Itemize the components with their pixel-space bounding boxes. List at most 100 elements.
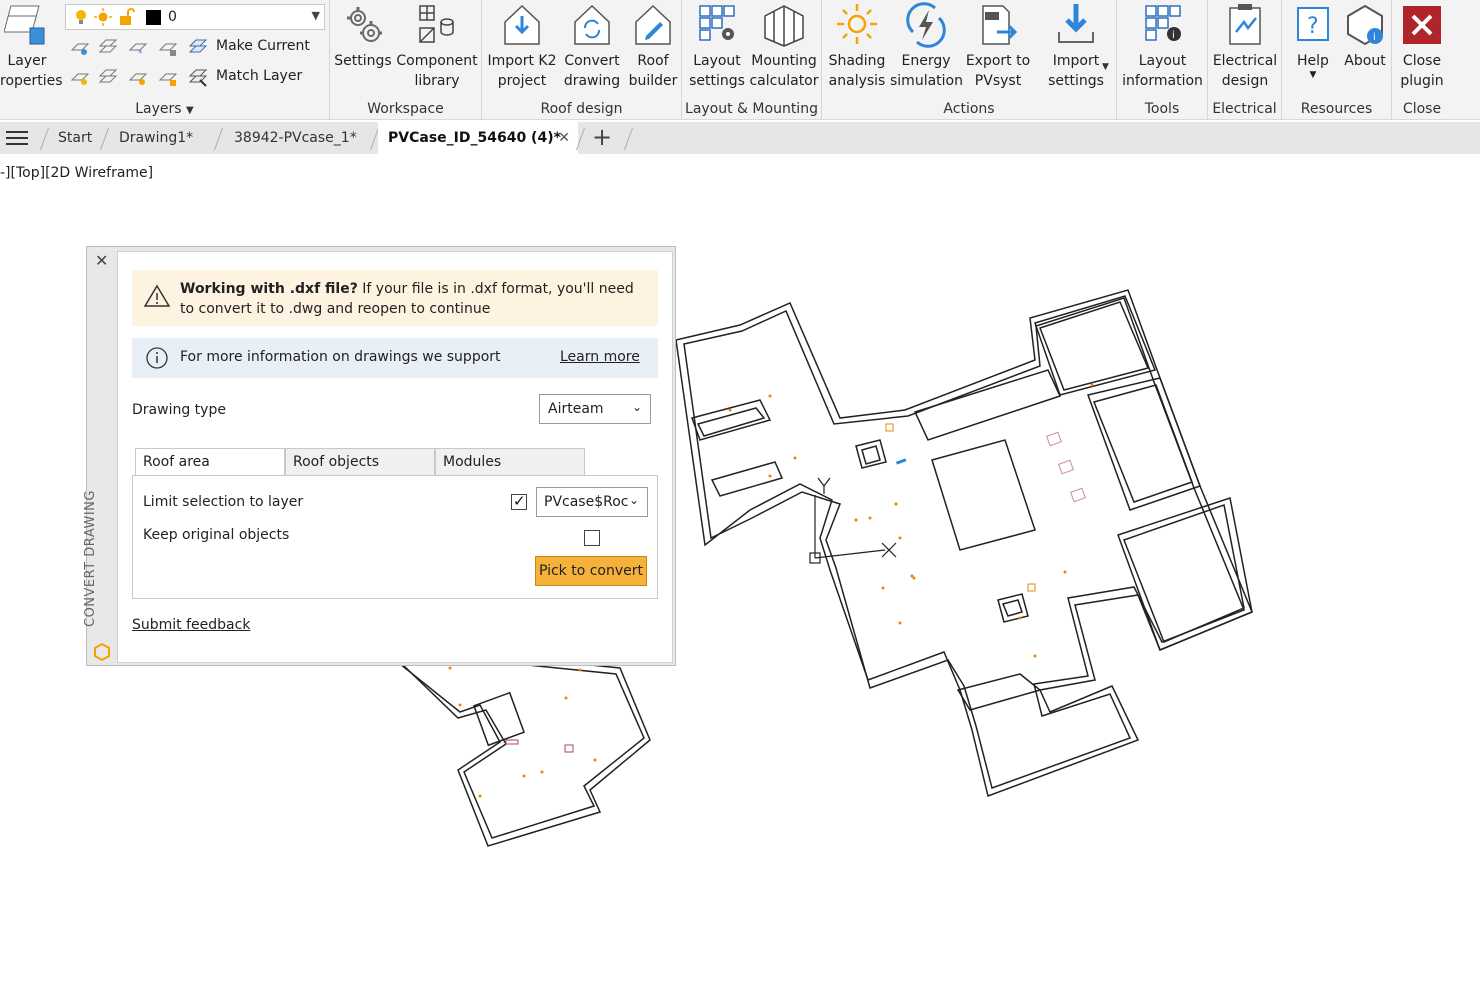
layer-on-icon[interactable] (70, 68, 90, 88)
warning-message: Working with .dxf file? If your file is … (180, 279, 640, 319)
panel-content: Working with .dxf file? If your file is … (117, 251, 673, 663)
tab-start[interactable]: Start (48, 122, 102, 154)
pick-to-convert-button[interactable]: Pick to convert (535, 556, 647, 586)
settings-label: Settings (334, 53, 392, 69)
import-k2-label: Import K2 project (487, 53, 557, 89)
checkmark-icon: ✓ (513, 492, 526, 510)
layer-select[interactable]: PVcase$Roc ⌄ (536, 487, 648, 517)
roof-design-group: Import K2 project Convert drawing Roof b… (482, 0, 682, 120)
export-pvsyst-button[interactable]: Export to PVsyst (962, 2, 1034, 91)
layer-combo[interactable]: 0 ▼ (65, 4, 325, 30)
layers-group-label[interactable]: Layers ▼ (0, 101, 329, 117)
drawing-type-select[interactable]: Airteam ⌄ (539, 394, 651, 424)
layers-group: Layer roperties 0 ▼ * Make Current Match… (0, 0, 330, 120)
learn-more-link[interactable]: Learn more (560, 349, 640, 365)
import-settings-button[interactable]: Import settings (1040, 2, 1112, 91)
house-edit-icon (635, 4, 671, 45)
layer-freeze-icon[interactable]: * (128, 38, 148, 58)
close-panel-icon[interactable]: ✕ (95, 251, 108, 270)
limit-selection-label: Limit selection to layer (143, 494, 304, 510)
mounting-calculator-button[interactable]: Mounting calculator (748, 2, 820, 91)
layer-unisolate-icon[interactable] (98, 68, 118, 88)
energy-simulation-label: Energy simulation (890, 53, 963, 89)
component-library-button[interactable]: Component library (394, 2, 480, 91)
electrical-design-label: Electrical design (1212, 53, 1278, 89)
inner-rooms (691, 295, 1253, 711)
close-plugin-label: Close plugin (1400, 53, 1444, 89)
component-library-label: Component library (396, 53, 478, 89)
shading-analysis-label: Shading analysis (828, 53, 886, 89)
help-button[interactable]: ? Help ▼ (1288, 2, 1338, 80)
shading-analysis-button[interactable]: Shading analysis (824, 2, 890, 91)
make-current-icon (188, 39, 208, 53)
chevron-down-icon: ▼ (311, 9, 320, 22)
resources-group: ? Help ▼ i About Resources (1282, 0, 1392, 120)
chevron-down-icon: ▼ (1309, 70, 1317, 80)
document-tab-bar: Start Drawing1* 38942-PVcase_1* PVCase_I… (0, 122, 1480, 154)
layer-properties-icon (4, 5, 45, 45)
import-tray-icon (1058, 4, 1094, 43)
limit-selection-checkbox[interactable]: ✓ (511, 492, 527, 510)
help-icon: ? (1297, 7, 1329, 41)
make-current-button[interactable]: Make Current (216, 38, 310, 54)
workspace-group-label: Workspace (367, 101, 444, 117)
ucs-axis-icon (809, 477, 897, 564)
electrical-design-button[interactable]: Electrical design (1210, 2, 1280, 91)
lightbulb-icon (76, 10, 86, 24)
roof-builder-label: Roof builder (628, 53, 678, 89)
submit-feedback-link[interactable]: Submit feedback (132, 617, 250, 633)
info-banner: For more information on drawings we supp… (132, 338, 658, 378)
layer-lock-icon[interactable] (158, 38, 178, 58)
svg-text:?: ? (1307, 14, 1319, 39)
close-plugin-button[interactable]: Close plugin (1394, 2, 1450, 91)
convert-drawing-button[interactable]: Convert drawing (558, 2, 626, 91)
chevron-down-icon: ⌄ (628, 493, 639, 507)
drawing-type-value: Airteam (548, 401, 604, 417)
roof-design-group-label: Roof design (540, 101, 623, 117)
layout-settings-label: Layout settings (689, 53, 745, 89)
new-tab-plus-icon[interactable]: + (592, 124, 612, 150)
svg-text:i: i (1373, 32, 1376, 43)
layout-mounting-group-label: Layout & Mounting (685, 101, 818, 117)
active-tab-label: PVCase_ID_54640 (4)* (388, 130, 561, 146)
tab-38942-pvcase[interactable]: 38942-PVcase_1* (224, 122, 367, 154)
house-convert-icon (574, 4, 610, 45)
energy-simulation-button[interactable]: Energy simulation (890, 2, 963, 91)
match-layer-button[interactable]: Match Layer (216, 68, 302, 84)
settings-button[interactable]: Settings (332, 2, 394, 71)
help-label: Help (1297, 53, 1329, 69)
tab-modules[interactable]: Modules (435, 448, 585, 476)
tab-roof-objects[interactable]: Roof objects (285, 448, 435, 476)
ribbon: Layer roperties 0 ▼ * Make Current Match… (0, 0, 1480, 120)
hamburger-menu-icon[interactable] (6, 129, 28, 147)
tab-separator (213, 128, 224, 150)
tools-group-label: Tools (1144, 101, 1180, 117)
roof-builder-button[interactable]: Roof builder (626, 2, 680, 91)
layer-isolate-icon[interactable] (98, 38, 118, 58)
panel-logo-icon (94, 643, 110, 661)
import-k2-button[interactable]: Import K2 project (486, 2, 558, 91)
layer-thaw-icon[interactable] (128, 68, 148, 88)
convert-drawing-panel: ✕ CONVERT DRAWING Working with .dxf file… (83, 246, 676, 666)
layout-information-label: Layout information (1122, 53, 1203, 89)
gear-icon (347, 7, 382, 42)
electrical-group-label: Electrical (1212, 101, 1277, 117)
tab-pvcase-id-active[interactable]: PVCase_ID_54640 (4)* ✕ (378, 122, 578, 154)
info-icon (146, 347, 168, 369)
layer-unlock-icon[interactable] (158, 68, 178, 88)
close-tab-icon[interactable]: ✕ (558, 122, 570, 154)
electrical-design-icon (1229, 4, 1261, 45)
about-button[interactable]: i About (1340, 2, 1390, 71)
color-swatch (146, 10, 161, 25)
current-layer-value: 0 (168, 9, 177, 25)
orange-marker (1027, 583, 1036, 592)
electrical-group: Electrical design Electrical (1208, 0, 1282, 120)
keep-original-checkbox[interactable] (584, 530, 600, 546)
actions-group-label: Actions (943, 101, 995, 117)
layer-properties-button[interactable]: Layer roperties (0, 2, 63, 91)
layout-settings-button[interactable]: Layout settings (686, 2, 748, 91)
tab-roof-area[interactable]: Roof area (135, 448, 285, 477)
layer-off-icon[interactable] (70, 38, 90, 58)
tab-drawing1[interactable]: Drawing1* (109, 122, 203, 154)
layout-information-button[interactable]: i Layout information (1119, 2, 1206, 91)
